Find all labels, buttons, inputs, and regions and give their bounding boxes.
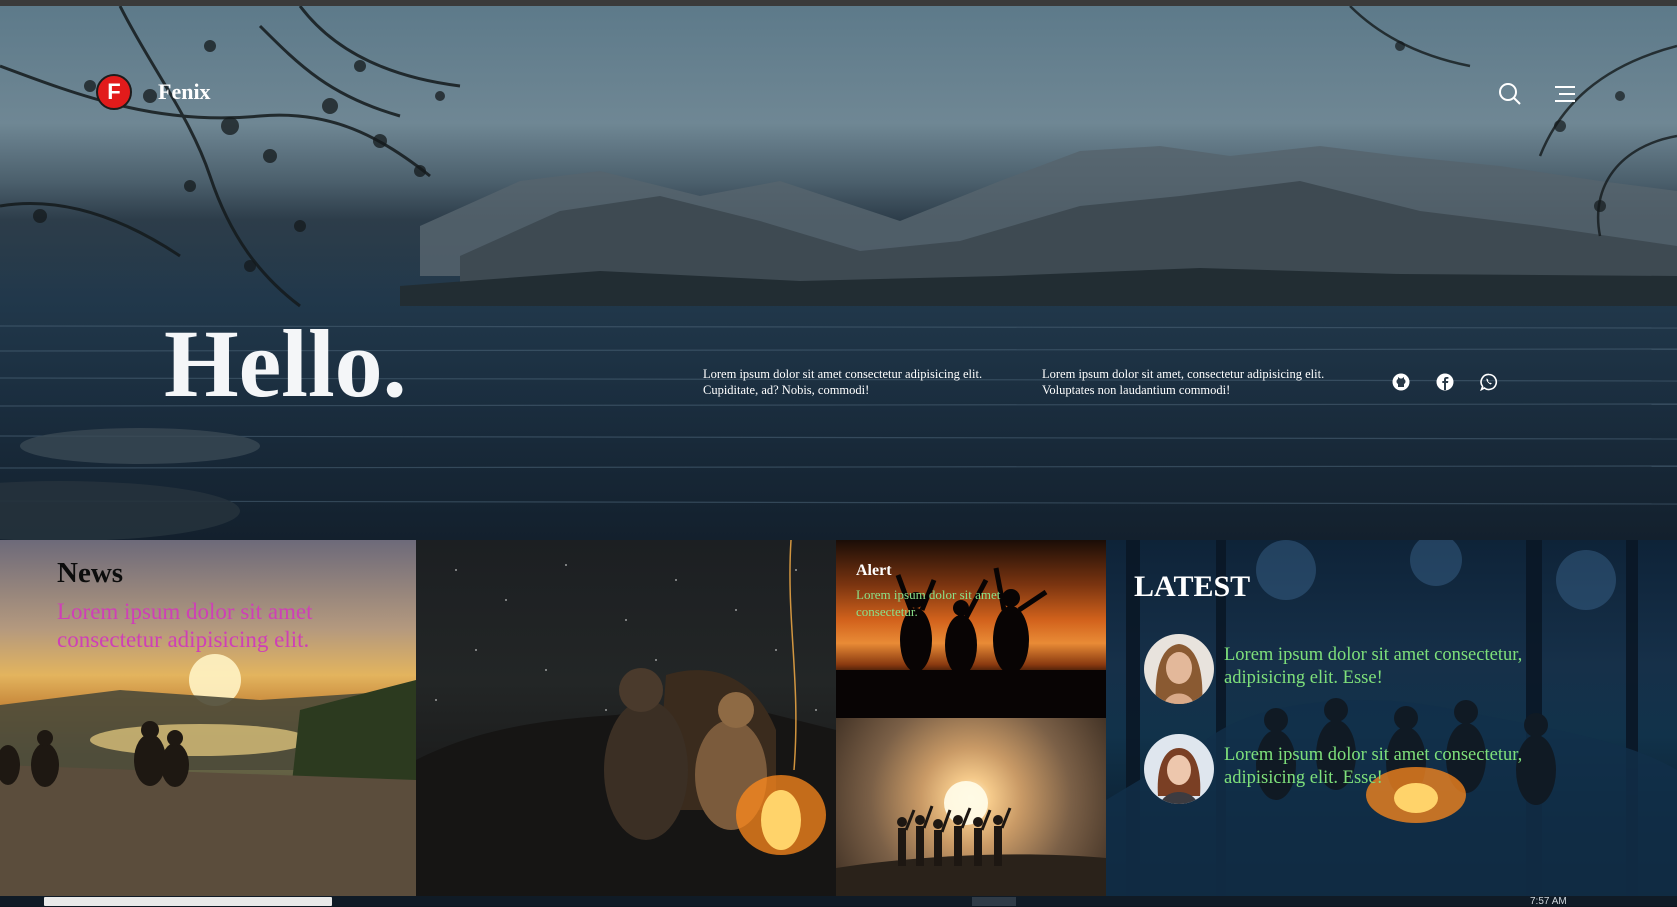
- sunset-group-photo: [0, 654, 416, 896]
- hero-section: F Fenix Hello. Lorem ipsum dolor sit ame…: [0, 6, 1677, 540]
- alert-card[interactable]: Alert Lorem ipsum dolor sit amet consect…: [836, 540, 1106, 718]
- latest-title: LATEST: [1134, 570, 1251, 603]
- search-icon[interactable]: [1498, 82, 1522, 106]
- alert-text: Lorem ipsum dolor sit amet consectetur.: [856, 587, 1001, 619]
- lake-mountain-background: [0, 6, 1677, 540]
- avatar: [1144, 634, 1214, 704]
- latest-item-text: Lorem ipsum dolor sit amet consectetur, …: [1224, 645, 1523, 688]
- menu-icon[interactable]: [1553, 82, 1577, 106]
- facebook-icon[interactable]: [1436, 373, 1454, 391]
- news-card[interactable]: News Lorem ipsum dolor sit amet consecte…: [0, 540, 416, 896]
- taskbar-active-app[interactable]: [972, 897, 1016, 906]
- sunset-crowd-photo: [836, 781, 1106, 896]
- campfire-card[interactable]: [416, 540, 836, 896]
- brand-name: Fenix: [158, 79, 211, 104]
- github-icon[interactable]: [1392, 373, 1410, 391]
- latest-item[interactable]: Lorem ipsum dolor sit amet consectetur, …: [1144, 634, 1564, 704]
- news-title: News: [57, 557, 124, 589]
- brand[interactable]: F Fenix: [96, 74, 211, 110]
- hero-blurb-2: Lorem ipsum dolor sit amet, consectetur …: [1042, 367, 1325, 397]
- taskbar-clock: 7:57 AM: [1530, 896, 1567, 907]
- latest-item[interactable]: Lorem ipsum dolor sit amet consectetur, …: [1144, 734, 1564, 804]
- campfire-photo: [416, 540, 836, 896]
- sunset-card[interactable]: [836, 718, 1106, 896]
- news-text: Lorem ipsum dolor sit amet consectetur a…: [57, 599, 313, 652]
- latest-item-text: Lorem ipsum dolor sit amet consectetur, …: [1224, 745, 1523, 788]
- brand-logo: F: [96, 74, 132, 110]
- hero-heading: Hello.: [164, 310, 407, 417]
- taskbar-search-box[interactable]: [44, 897, 332, 906]
- avatar: [1144, 734, 1214, 804]
- alert-title: Alert: [856, 562, 892, 579]
- whatsapp-icon[interactable]: [1480, 373, 1498, 392]
- hero-blurb-1: Lorem ipsum dolor sit amet consectetur a…: [703, 367, 983, 397]
- latest-card[interactable]: LATEST Lorem ipsum dolor sit amet consec…: [1106, 540, 1677, 896]
